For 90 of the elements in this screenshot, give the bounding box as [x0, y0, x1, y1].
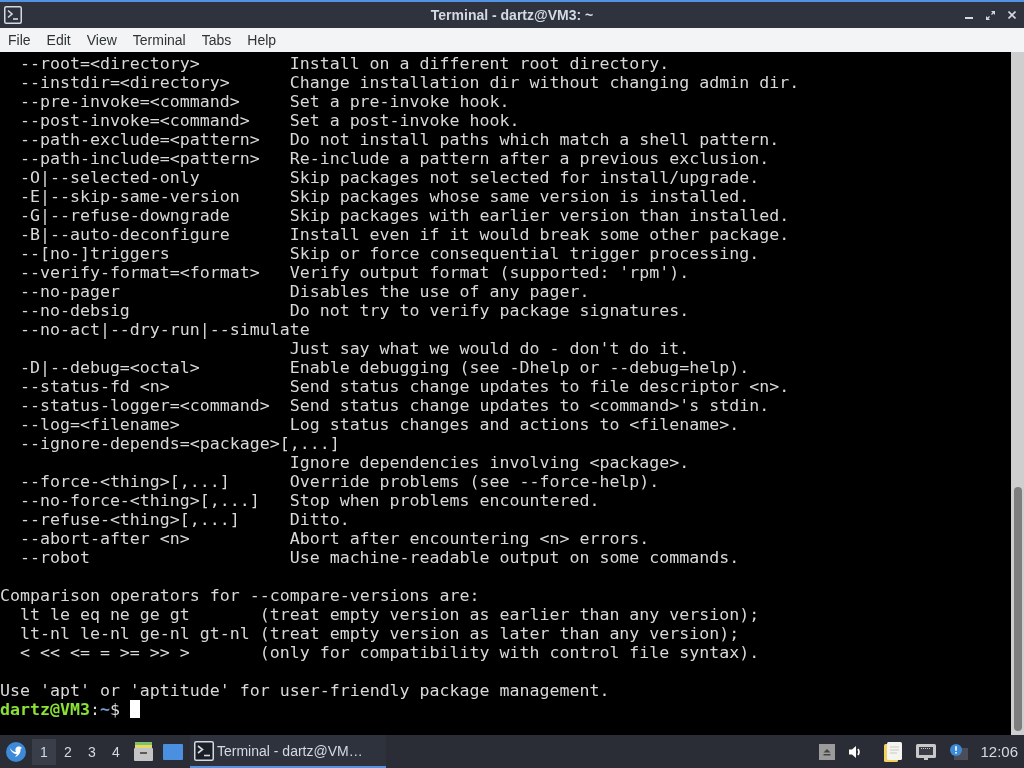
- option-name: -O|--selected-only: [19, 168, 200, 187]
- option-name: -B|--auto-deconfigure: [19, 225, 230, 244]
- option-name: --robot: [19, 548, 90, 567]
- option-name: --path-exclude=<pattern>: [19, 130, 260, 149]
- option-description: Just say what we would do - don't do it.: [289, 339, 690, 358]
- terminal-icon: [4, 6, 22, 24]
- eject-icon[interactable]: [819, 743, 836, 760]
- network-icon[interactable]: [916, 743, 937, 760]
- option-name: -G|--refuse-downgrade: [19, 206, 230, 225]
- option-description: Skip or force consequential trigger processing.: [289, 244, 760, 263]
- operator-list: lt-nl le-nl ge-nl gt-nl: [19, 624, 250, 643]
- prompt-symbol: $: [109, 700, 120, 719]
- option-description: Do not try to verify package signatures.: [289, 301, 690, 320]
- option-name: --post-invoke=<command>: [19, 111, 250, 130]
- usage-hint: Use 'apt' or 'aptitude' for user-friendly package management.: [0, 681, 610, 700]
- notification-icon[interactable]: [950, 743, 969, 760]
- operator-description: (only for compatibility with control file syntax).: [259, 643, 760, 662]
- maximize-icon[interactable]: [986, 10, 995, 20]
- option-description: Skip packages not selected for install/upgrade.: [289, 168, 760, 187]
- scrollbar-thumb[interactable]: [1014, 487, 1022, 731]
- option-description: Ignore dependencies involving <package>.: [289, 453, 690, 472]
- option-name: --ignore-depends=<package>[,...]: [19, 434, 340, 453]
- option-name: --pre-invoke=<command>: [19, 92, 240, 111]
- option-name: --no-force-<thing>[,...]: [19, 491, 260, 510]
- option-name: --path-include=<pattern>: [19, 149, 260, 168]
- option-description: Do not install paths which match a shell pattern.: [289, 130, 780, 149]
- option-description: Stop when problems encountered.: [289, 491, 600, 510]
- operator-description: (treat empty version as later than any version);: [259, 624, 740, 643]
- option-description: Ditto.: [289, 510, 350, 529]
- prompt-separator: :: [89, 700, 100, 719]
- operator-list: lt le eq ne ge gt: [19, 605, 190, 624]
- operator-description: (treat empty version as earlier than any version);: [259, 605, 760, 624]
- option-description: Disables the use of any pager.: [289, 282, 590, 301]
- option-name: --no-debsig: [19, 301, 130, 320]
- option-name: --no-pager: [19, 282, 120, 301]
- option-name: --no-act|--dry-run|--simulate: [19, 320, 310, 339]
- comparison-heading: Comparison operators for --compare-versions are:: [0, 586, 480, 605]
- option-name: --instdir=<directory>: [19, 73, 230, 92]
- terminal-icon: [194, 740, 214, 761]
- option-name: --status-fd <n>: [19, 377, 170, 396]
- option-description: Set a pre-invoke hook.: [289, 92, 510, 111]
- bird-logo-icon[interactable]: [6, 741, 26, 762]
- menu-item[interactable]: Terminal: [124, 30, 194, 50]
- menu-item[interactable]: Edit: [38, 30, 79, 50]
- workspace-button[interactable]: 1: [32, 738, 56, 765]
- option-description: Install on a different root directory.: [289, 54, 670, 73]
- option-description: Set a post-invoke hook.: [289, 111, 520, 130]
- option-name: --log=<filename>: [19, 415, 180, 434]
- option-description: Abort after encountering <n> errors.: [289, 529, 650, 548]
- workspace-button[interactable]: 4: [104, 738, 128, 765]
- option-name: --[no-]triggers: [19, 244, 170, 263]
- cursor-icon: [129, 700, 140, 718]
- option-name: --force-<thing>[,...]: [19, 472, 230, 491]
- workspace-button[interactable]: 3: [80, 738, 104, 765]
- option-description: Verify output format (supported: 'rpm').: [289, 263, 690, 282]
- option-description: Send status change updates to <command>'s stdin.: [289, 396, 770, 415]
- option-name: -D|--debug=<octal>: [19, 358, 200, 377]
- option-name: --abort-after <n>: [19, 529, 190, 548]
- option-description: Enable debugging (see -Dhelp or --debug=help).: [289, 358, 750, 377]
- menu-item[interactable]: Help: [239, 30, 285, 50]
- option-name: --refuse-<thing>[,...]: [19, 510, 240, 529]
- scrollbar[interactable]: [1011, 52, 1024, 735]
- option-name: --verify-format=<format>: [19, 263, 260, 282]
- notes-icon[interactable]: [884, 741, 903, 762]
- prompt-path: ~: [99, 700, 110, 719]
- option-name: --root=<directory>: [19, 54, 200, 73]
- file-cabinet-icon[interactable]: [134, 742, 153, 761]
- task-button[interactable]: Terminal - dartz@VM…: [190, 735, 386, 768]
- operator-list: < << <= = >= >> >: [19, 643, 190, 662]
- window-title: Terminal - dartz@VM3: ~: [430, 7, 594, 23]
- option-name: -E|--skip-same-version: [19, 187, 240, 206]
- option-description: Change installation dir without changing admin dir.: [289, 73, 800, 92]
- desktop-icon[interactable]: [163, 743, 183, 760]
- close-icon[interactable]: [1008, 11, 1016, 19]
- option-description: Skip packages with earlier version than installed.: [289, 206, 790, 225]
- workspace-button[interactable]: 2: [56, 738, 80, 765]
- option-name: --status-logger=<command>: [19, 396, 270, 415]
- speaker-icon[interactable]: [849, 744, 863, 759]
- menu-item[interactable]: View: [78, 30, 125, 50]
- prompt-user-host: dartz@VM3: [0, 700, 90, 719]
- menu-item[interactable]: File: [0, 30, 39, 50]
- menu-item[interactable]: Tabs: [193, 30, 240, 50]
- option-description: Send status change updates to file descriptor <n>.: [289, 377, 790, 396]
- option-description: Re-include a pattern after a previous exclusion.: [289, 149, 770, 168]
- option-description: Use machine-readable output on some commands.: [289, 548, 740, 567]
- option-description: Override problems (see --force-help).: [289, 472, 660, 491]
- option-description: Install even if it would break some other package.: [289, 225, 790, 244]
- option-description: Skip packages whose same version is installed.: [289, 187, 750, 206]
- option-description: Log status changes and actions to <filename>.: [289, 415, 740, 434]
- clock: 12:06: [980, 743, 1018, 760]
